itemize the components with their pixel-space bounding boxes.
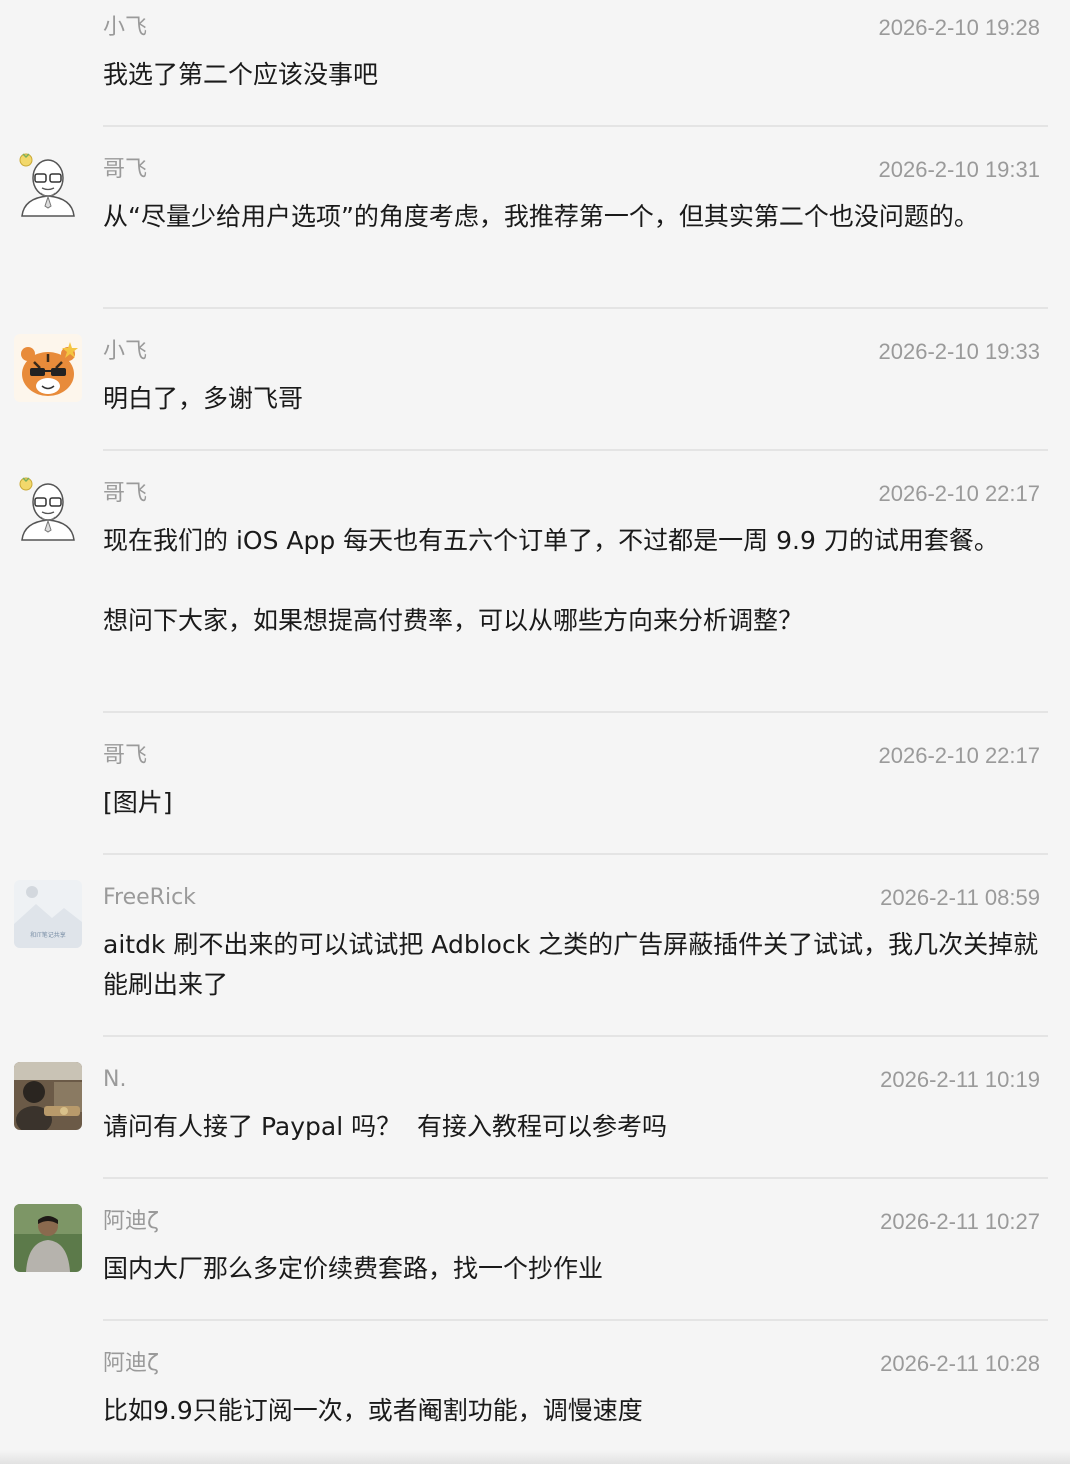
message-divider [103, 449, 1048, 451]
person-photo-avatar-icon[interactable] [14, 1204, 82, 1272]
message-text: 请问有人接了 Paypal 吗？ 有接入教程可以参考吗 [103, 1112, 667, 1141]
message-time: 2026-2-11 10:28 [880, 1351, 1040, 1376]
message-divider [103, 853, 1048, 855]
message-text: 明白了，多谢飞哥 [103, 384, 304, 413]
sender-name: 小飞 [103, 339, 148, 364]
bald-man-glasses-avatar-icon[interactable] [14, 474, 82, 542]
message-divider [103, 711, 1048, 713]
scroll-edge-shadow [0, 1450, 1070, 1464]
message-divider [103, 307, 1048, 309]
sender-name: 阿迪ζ [103, 1209, 159, 1234]
sender-name: 哥飞 [103, 157, 148, 182]
message-divider [103, 1319, 1048, 1321]
message-divider [103, 1177, 1048, 1179]
tiger-avatar-icon[interactable] [14, 334, 82, 402]
message-text: 我选了第二个应该没事吧 [103, 60, 379, 89]
message-text: 现在我们的 iOS App 每天也有五六个订单了，不过都是一周 9.9 刀的试用… [103, 526, 999, 635]
message-text: 从“尽量少给用户选项”的角度考虑，我推荐第一个，但其实第二个也没问题的。 [103, 202, 979, 231]
message-time: 2026-2-11 08:59 [880, 885, 1040, 910]
message-time: 2026-2-10 19:33 [878, 339, 1040, 364]
photo-avatar-icon[interactable] [14, 1062, 82, 1130]
message-time: 2026-2-10 19:31 [878, 157, 1040, 182]
message-text: aitdk 刷不出来的可以试试把 Adblock 之类的广告屏蔽插件关了试试，我… [103, 930, 1039, 999]
sender-name: N. [103, 1067, 127, 1092]
message-divider [103, 125, 1048, 127]
message-time: 2026-2-11 10:19 [880, 1067, 1040, 1092]
sender-name: 哥飞 [103, 743, 148, 768]
message-text: 国内大厂那么多定价续费套路，找一个抄作业 [103, 1254, 604, 1283]
message-text: 比如9.9只能订阅一次，或者阉割功能，调慢速度 [103, 1396, 643, 1425]
sender-name: 阿迪ζ [103, 1351, 159, 1376]
sender-name: 小飞 [103, 15, 148, 40]
sender-name: 哥飞 [103, 481, 148, 506]
message-time: 2026-2-10 19:28 [878, 15, 1040, 40]
avatar-caption: 和IT笔记共享 [30, 931, 65, 939]
message-time: 2026-2-10 22:17 [878, 481, 1040, 506]
message-time: 2026-2-10 22:17 [878, 743, 1040, 768]
message-divider [103, 1035, 1048, 1037]
bald-man-glasses-avatar-icon[interactable] [14, 150, 82, 218]
image-placeholder-text[interactable]: [图片] [103, 783, 1043, 823]
landscape-placeholder-avatar-icon[interactable]: 和IT笔记共享 [14, 880, 82, 948]
message-time: 2026-2-11 10:27 [880, 1209, 1040, 1234]
sender-name: FreeRick [103, 885, 196, 910]
